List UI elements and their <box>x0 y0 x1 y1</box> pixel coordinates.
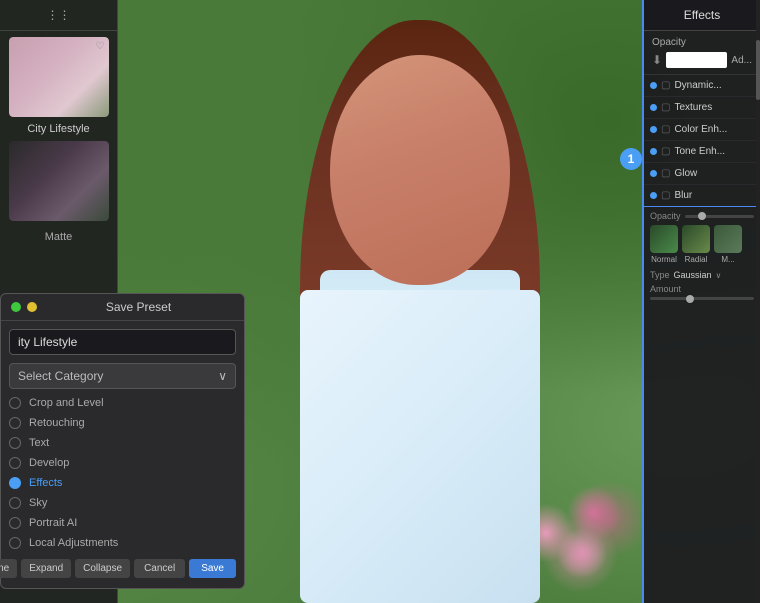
category-develop[interactable]: Develop <box>9 453 236 473</box>
blur-section: Opacity Normal Radial M... Type Gaussian <box>644 207 760 304</box>
blur-type-label: Type <box>650 270 670 280</box>
effect-dot-glow <box>650 170 657 177</box>
category-sky[interactable]: Sky <box>9 493 236 513</box>
cat-circle-portrait-ai <box>9 517 21 529</box>
blur-radial-icon <box>682 225 710 253</box>
cat-circle-text <box>9 437 21 449</box>
panel-top-icons: ⋮⋮ <box>0 0 117 31</box>
dialog-title: Save Preset <box>43 300 234 314</box>
expand-button[interactable]: Expand <box>21 559 71 578</box>
opacity-adj: Ad... <box>731 55 752 66</box>
blur-amount-label: Amount <box>650 284 754 294</box>
blur-opacity-slider[interactable] <box>685 215 754 218</box>
save-preset-dialog: Save Preset Select Category ∨ Crop and L… <box>0 293 245 589</box>
collapse-button[interactable]: Collapse <box>75 559 130 578</box>
blur-mode-icons: Normal Radial M... <box>650 225 754 264</box>
dialog-title-bar: Save Preset <box>1 294 244 321</box>
preset-city-lifestyle[interactable]: ♡ <box>9 37 109 117</box>
visibility-icon-tone-enh[interactable]: ▢ <box>661 146 670 157</box>
effect-row-color-enh[interactable]: ▢ Color Enh... <box>644 119 760 141</box>
preset-city-lifestyle-image <box>9 37 109 117</box>
opacity-section: Opacity ⬇ Ad... <box>644 31 760 75</box>
blur-amount-slider[interactable] <box>650 297 754 300</box>
blur-mode-normal[interactable]: Normal <box>650 225 678 264</box>
preset-name-input[interactable] <box>9 329 236 355</box>
download-icon: ⬇ <box>652 53 662 67</box>
blur-normal-icon <box>650 225 678 253</box>
effect-dot-textures <box>650 104 657 111</box>
effect-row-tone-enh[interactable]: ▢ Tone Enh... <box>644 141 760 163</box>
visibility-icon-color-enh[interactable]: ▢ <box>661 124 670 135</box>
cat-circle-sky <box>9 497 21 509</box>
save-button[interactable]: Save <box>189 559 236 578</box>
blur-m-label: M... <box>721 255 734 264</box>
cat-circle-local-adjustments <box>9 537 21 549</box>
visibility-icon-dynamic[interactable]: ▢ <box>661 80 670 91</box>
visibility-icon-glow[interactable]: ▢ <box>661 168 670 179</box>
category-list: Crop and Level Retouching Text Develop E… <box>9 393 236 553</box>
cat-circle-develop <box>9 457 21 469</box>
right-panel: Effects Opacity ⬇ Ad... ▢ Dynamic... ▢ T… <box>642 0 760 603</box>
blur-opacity-label: Opacity <box>650 211 681 221</box>
category-text[interactable]: Text <box>9 433 236 453</box>
dialog-buttons: All None Expand Collapse Cancel Save <box>1 553 244 580</box>
chevron-down-icon: ∨ <box>218 369 227 383</box>
cat-circle-effects <box>9 477 21 489</box>
matte-label: Matte <box>0 227 117 247</box>
blur-type-row: Type Gaussian ∨ <box>650 270 754 280</box>
blur-amount-thumb <box>686 295 694 303</box>
preset-city-lifestyle-label: City Lifestyle <box>0 123 117 135</box>
effect-row-textures[interactable]: ▢ Textures <box>644 97 760 119</box>
type-dropdown-arrow[interactable]: ∨ <box>716 271 722 280</box>
blur-mode-radial[interactable]: Radial <box>682 225 710 264</box>
category-portrait-ai[interactable]: Portrait AI <box>9 513 236 533</box>
opacity-row: ⬇ Ad... <box>652 52 752 68</box>
effect-dot-tone-enh <box>650 148 657 155</box>
heart-icon[interactable]: ♡ <box>96 41 105 52</box>
category-crop-level[interactable]: Crop and Level <box>9 393 236 413</box>
dialog-dot-green <box>11 302 21 312</box>
effect-dot-color-enh <box>650 126 657 133</box>
cat-circle-crop-level <box>9 397 21 409</box>
right-scrollbar-thumb <box>756 40 760 100</box>
right-scrollbar[interactable] <box>756 0 760 603</box>
cancel-button[interactable]: Cancel <box>134 559 185 578</box>
effect-dot-blur <box>650 192 657 199</box>
effect-row-glow[interactable]: ▢ Glow <box>644 163 760 185</box>
blur-radial-label: Radial <box>685 255 708 264</box>
category-retouching[interactable]: Retouching <box>9 413 236 433</box>
effect-dot-dynamic <box>650 82 657 89</box>
opacity-label: Opacity <box>652 37 752 48</box>
badge-number: 1 <box>620 148 642 170</box>
blur-m-icon <box>714 225 742 253</box>
effects-header: Effects <box>644 0 760 31</box>
blur-amount-track[interactable] <box>650 297 754 300</box>
grid-icon[interactable]: ⋮⋮ <box>52 8 66 22</box>
blur-type-value: Gaussian <box>674 270 712 280</box>
preset-matte[interactable] <box>9 141 109 221</box>
preset-matte-image <box>9 141 109 221</box>
category-local-adjustments[interactable]: Local Adjustments <box>9 533 236 553</box>
dialog-dot-yellow <box>27 302 37 312</box>
opacity-bar[interactable] <box>666 52 727 68</box>
category-effects[interactable]: Effects <box>9 473 236 493</box>
blur-opacity-thumb <box>698 212 706 220</box>
blur-mode-m[interactable]: M... <box>714 225 742 264</box>
select-category-dropdown[interactable]: Select Category ∨ <box>9 363 236 389</box>
effect-row-blur[interactable]: ▢ Blur <box>644 185 760 207</box>
none-button[interactable]: None <box>0 559 17 578</box>
effect-row-dynamic[interactable]: ▢ Dynamic... <box>644 75 760 97</box>
visibility-icon-blur[interactable]: ▢ <box>661 190 670 201</box>
visibility-icon-textures[interactable]: ▢ <box>661 102 670 113</box>
blur-normal-label: Normal <box>651 255 677 264</box>
blur-opacity-row: Opacity <box>650 211 754 221</box>
select-category-label: Select Category <box>18 369 103 383</box>
cat-circle-retouching <box>9 417 21 429</box>
